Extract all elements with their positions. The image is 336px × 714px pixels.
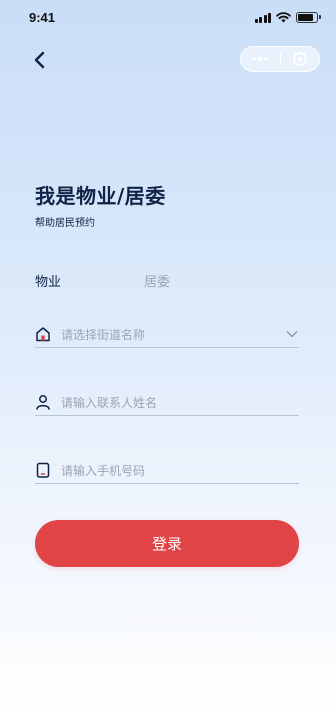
tab-committee[interactable]: 居委 xyxy=(144,271,170,290)
more-button[interactable] xyxy=(241,47,280,71)
status-bar: 9:41 xyxy=(0,0,336,34)
signal-icon xyxy=(254,12,271,23)
target-icon xyxy=(292,52,307,66)
login-button[interactable]: 登录 xyxy=(35,520,299,567)
mini-program-capsule xyxy=(240,46,320,72)
street-select[interactable]: 请选择街道名称 xyxy=(35,321,299,348)
phone-placeholder: 请输入手机号码 xyxy=(61,463,146,478)
name-field[interactable]: 请输入联系人姓名 xyxy=(35,389,299,416)
back-button[interactable] xyxy=(28,48,52,72)
battery-icon xyxy=(296,11,321,23)
chevron-down-icon xyxy=(286,331,298,338)
tab-property[interactable]: 物业 xyxy=(35,271,61,290)
page-subtitle: 帮助居民预约 xyxy=(35,218,95,229)
status-time: 9:41 xyxy=(29,10,56,25)
status-icons xyxy=(254,11,321,23)
user-icon xyxy=(35,394,51,410)
more-dots-icon xyxy=(252,56,268,62)
page-title: 我是物业/居委 xyxy=(35,184,166,208)
wifi-icon xyxy=(276,11,291,22)
phone-field[interactable]: 请输入手机号码 xyxy=(35,457,299,484)
chevron-left-icon xyxy=(34,51,45,69)
close-button[interactable] xyxy=(281,47,320,71)
home-icon xyxy=(35,326,51,342)
phone-icon xyxy=(35,462,51,478)
name-placeholder: 请输入联系人姓名 xyxy=(61,395,158,410)
street-placeholder: 请选择街道名称 xyxy=(61,327,146,342)
battery-level xyxy=(298,13,313,21)
